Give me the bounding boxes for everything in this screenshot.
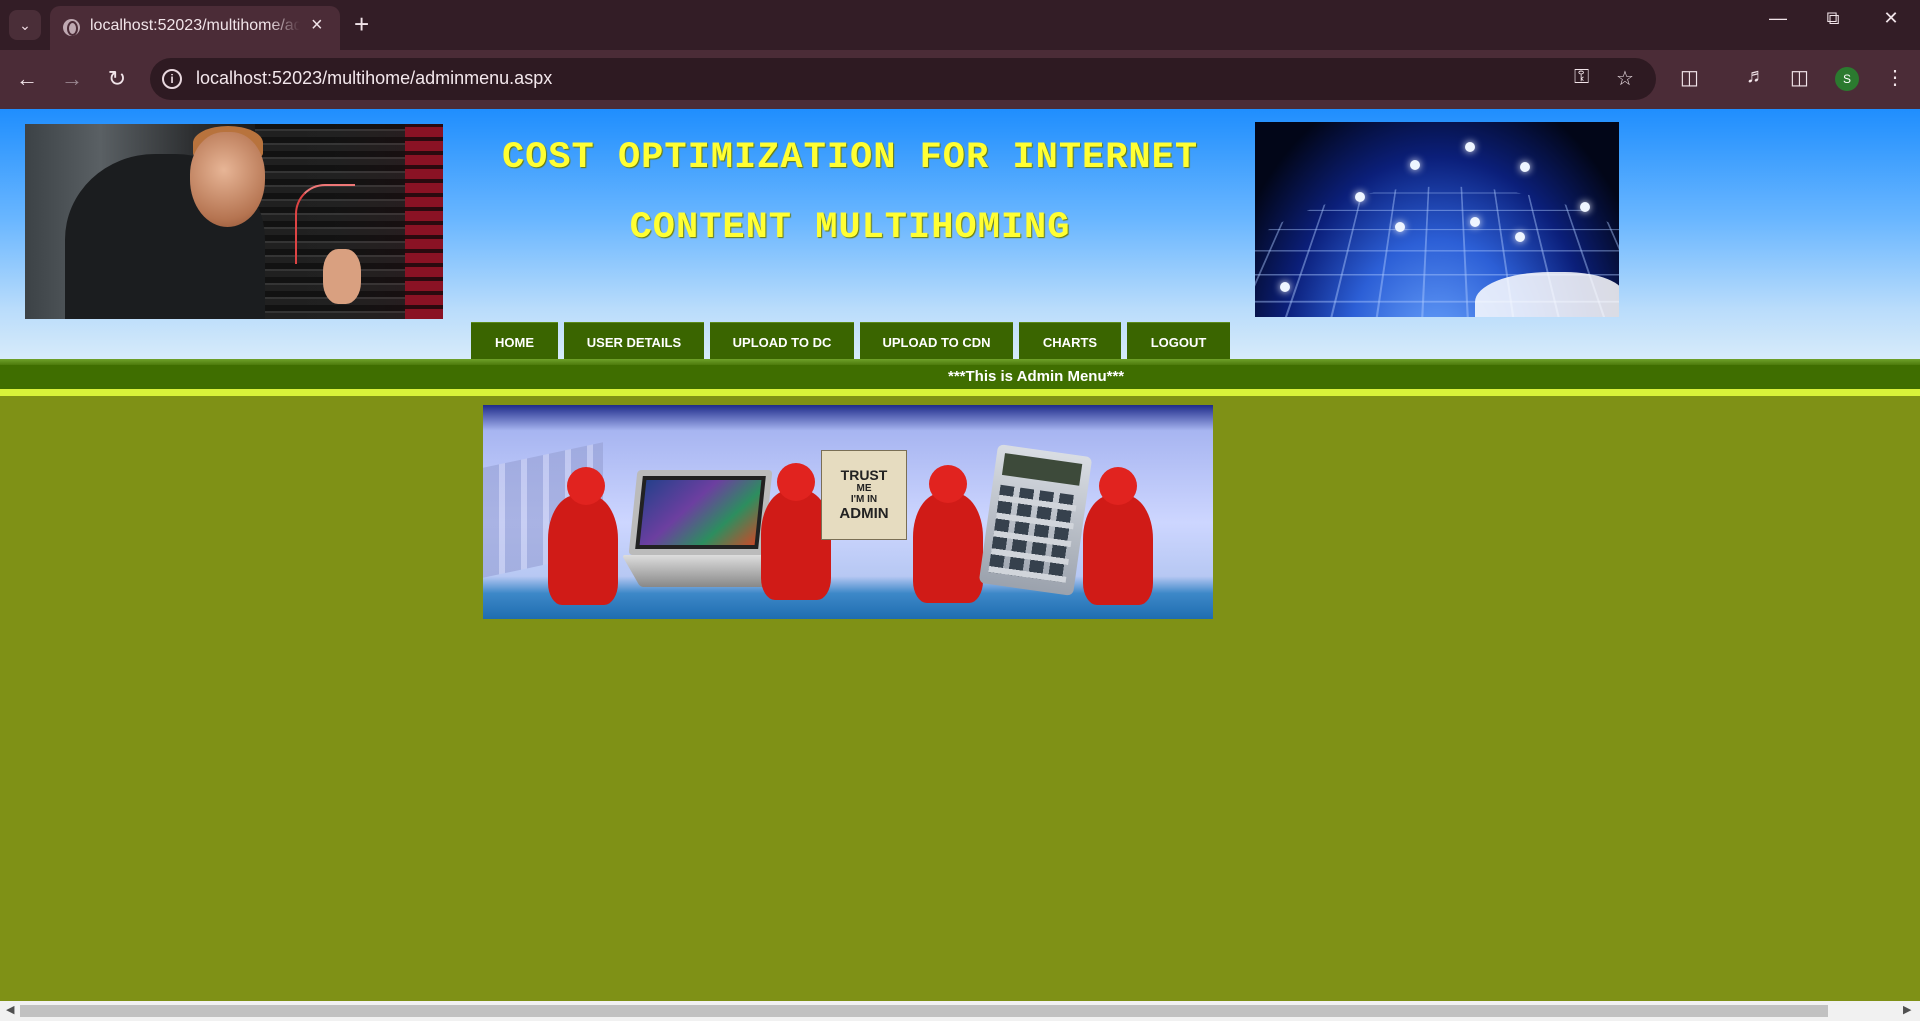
menu-icon[interactable]: ⋮ (1885, 65, 1905, 90)
forward-icon[interactable]: → (57, 64, 87, 94)
page-content: COST OPTIMIZATION FOR INTERNET CONTENT M… (0, 109, 1920, 1001)
tab-title: localhost:52023/multihome/adminmenu.aspx (90, 17, 300, 34)
scroll-left-icon[interactable]: ◀ (6, 1003, 14, 1016)
sidebar-icon[interactable]: ◫ (1790, 65, 1809, 90)
key-icon[interactable]: ⚿ (1574, 66, 1589, 89)
divider (0, 389, 1920, 396)
address-bar[interactable]: i localhost:52023/multihome/adminmenu.as… (150, 58, 1656, 100)
globe-icon (63, 19, 80, 36)
browser-tab[interactable]: localhost:52023/multihome/adminmenu.aspx… (50, 6, 340, 50)
menu-upload-to-dc[interactable]: UPLOAD TO DC (710, 322, 854, 361)
menu-charts[interactable]: CHARTS (1019, 322, 1121, 361)
horizontal-scrollbar[interactable]: ◀ ▶ (0, 1001, 1920, 1021)
scroll-right-icon[interactable]: ▶ (1903, 1003, 1911, 1016)
minimize-icon[interactable]: — (1758, 8, 1798, 29)
site-info-icon[interactable]: i (162, 69, 182, 89)
restore-icon[interactable]: ⧉ (1813, 8, 1853, 29)
extensions-icon[interactable]: ◫ (1680, 65, 1699, 90)
tab-search-icon[interactable]: ⌄ (9, 10, 41, 40)
globe-network-image (1255, 122, 1619, 317)
reload-icon[interactable]: ↻ (102, 64, 132, 94)
star-icon[interactable]: ☆ (1616, 66, 1634, 91)
menu-home[interactable]: HOME (471, 322, 558, 361)
back-icon[interactable]: ← (12, 64, 42, 94)
trust-me-sign: TRUST ME I'M IN ADMIN (821, 450, 907, 540)
admin-menu-label: ***This is Admin Menu*** (948, 368, 1125, 385)
avatar[interactable]: S (1835, 67, 1859, 91)
media-icon[interactable]: ♬ (1746, 65, 1766, 88)
status-band: ***This is Admin Menu*** (0, 365, 1920, 389)
scrollbar-thumb[interactable] (20, 1005, 1828, 1017)
close-icon[interactable]: × (311, 15, 323, 35)
admin-banner-image: TRUST ME I'M IN ADMIN (483, 405, 1213, 619)
page-title-line-1: COST OPTIMIZATION FOR INTERNET (501, 137, 1199, 179)
url-text[interactable]: localhost:52023/multihome/adminmenu.aspx (196, 68, 552, 89)
menu-upload-to-cdn[interactable]: UPLOAD TO CDN (860, 322, 1013, 361)
site-header: COST OPTIMIZATION FOR INTERNET CONTENT M… (0, 109, 1920, 361)
menu-user-details[interactable]: USER DETAILS (564, 322, 704, 361)
browser-toolbar: ← → ↻ i localhost:52023/multihome/adminm… (0, 50, 1920, 109)
window-close-icon[interactable]: ✕ (1871, 8, 1911, 29)
main-menu: HOME USER DETAILS UPLOAD TO DC UPLOAD TO… (471, 322, 1230, 361)
page-title-line-2: CONTENT MULTIHOMING (629, 207, 1071, 249)
browser-tab-bar: ⌄ localhost:52023/multihome/adminmenu.as… (0, 0, 1920, 50)
plus-icon[interactable]: + (354, 10, 369, 38)
technician-image (25, 124, 443, 319)
menu-logout[interactable]: LOGOUT (1127, 322, 1230, 361)
